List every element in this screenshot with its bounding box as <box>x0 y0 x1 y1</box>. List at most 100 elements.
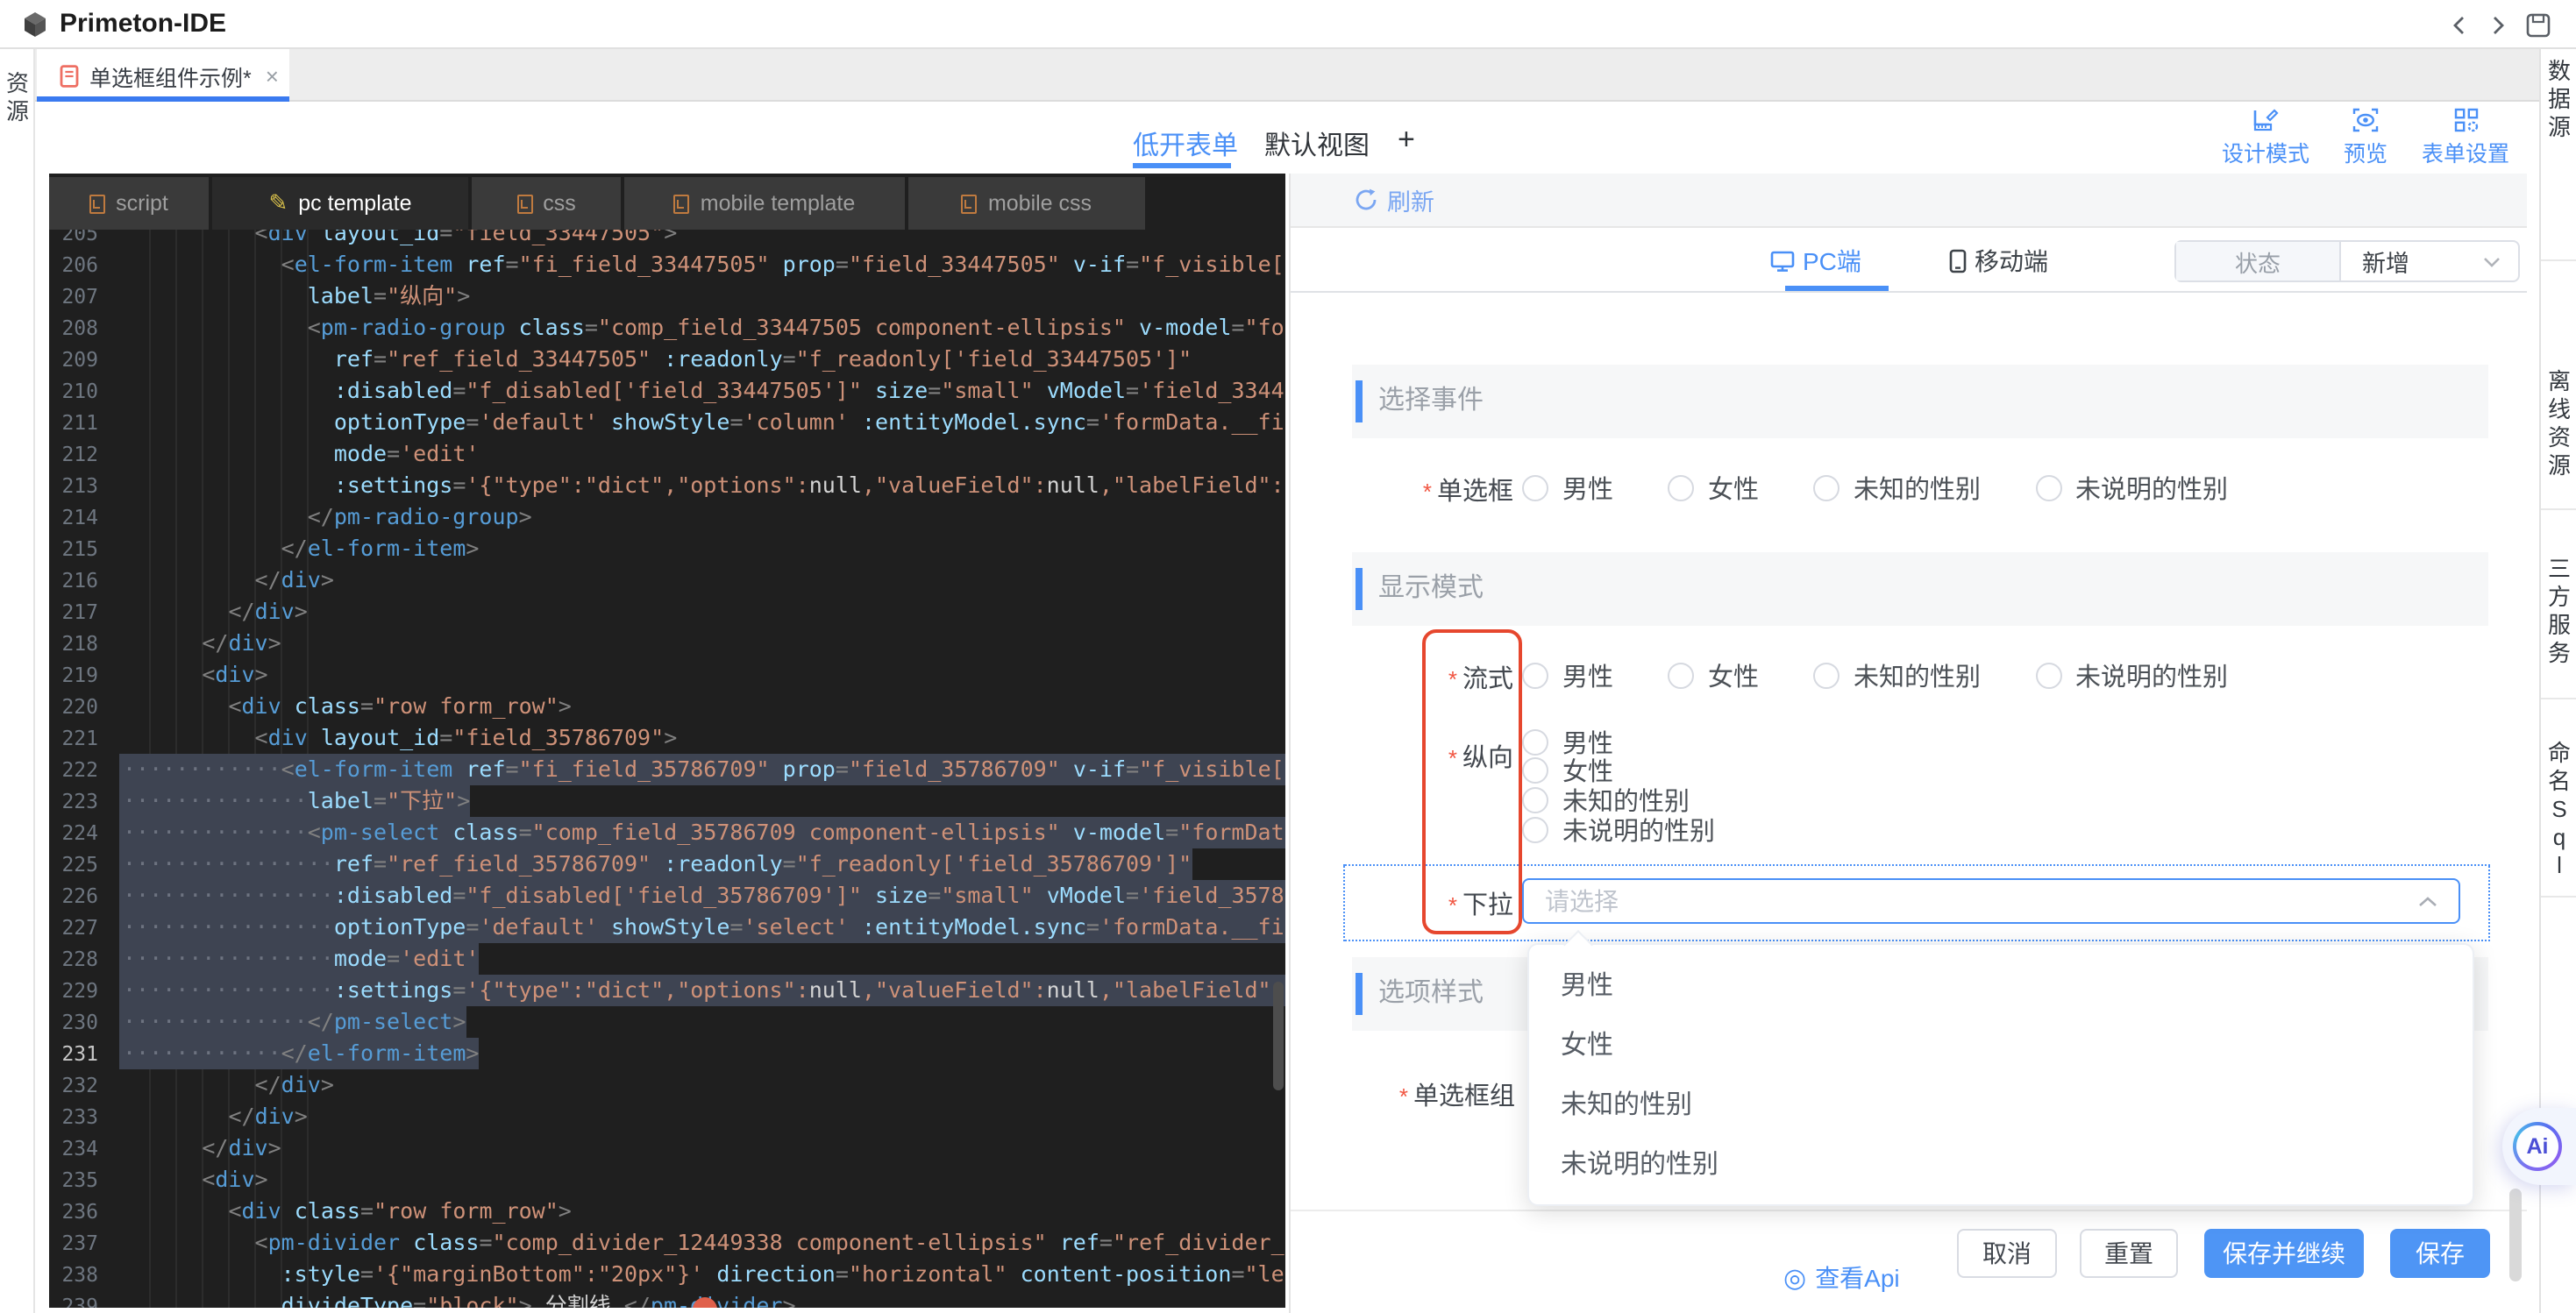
code-line[interactable]: 234 </div> <box>49 1132 1285 1164</box>
nav-forward-icon[interactable] <box>2487 14 2509 37</box>
code-line[interactable]: 238 :style='{"marginBottom":"20px"}' dir… <box>49 1259 1285 1290</box>
form-settings-button[interactable]: 表单设置 <box>2413 107 2518 168</box>
code-editor[interactable]: script✎pc templatecssmobile templatemobi… <box>49 174 1285 1308</box>
code-line[interactable]: 205 <div layout_id="field_33447505"> <box>49 230 1285 249</box>
nav-back-icon[interactable] <box>2448 14 2471 37</box>
radio-circle-icon[interactable] <box>1522 729 1548 756</box>
code-line[interactable]: 210 :disabled="f_disabled['field_3344750… <box>49 375 1285 407</box>
radio-option[interactable]: 未知的性别 <box>1813 657 1981 694</box>
refresh-icon[interactable] <box>1354 188 1378 212</box>
code-line[interactable]: 215 </el-form-item> <box>49 533 1285 564</box>
code-line[interactable]: 236 <div class="row form_row"> <box>49 1196 1285 1227</box>
close-icon[interactable]: × <box>266 62 279 89</box>
radio-circle-icon[interactable] <box>1813 663 1839 689</box>
code-line[interactable]: 221 <div layout_id="field_35786709"> <box>49 722 1285 754</box>
code-line[interactable]: 214 </pm-radio-group> <box>49 501 1285 533</box>
right-rail-item-1[interactable]: 数据源 <box>2541 58 2576 142</box>
save-icon[interactable] <box>2525 12 2551 39</box>
radio-option[interactable]: 未说明的性别 <box>1522 815 1715 844</box>
code-line[interactable]: 232 </div> <box>49 1069 1285 1101</box>
code-line[interactable]: 218 </div> <box>49 628 1285 659</box>
radio-circle-icon[interactable] <box>1668 475 1694 501</box>
right-rail-item-4[interactable]: 命名Sql <box>2541 740 2576 880</box>
code-line[interactable]: 225················ref="ref_field_357867… <box>49 848 1285 880</box>
editor-tab-css[interactable]: css <box>472 177 621 230</box>
code-line[interactable]: 239 divideType="block"> 分割线 </pm-divider… <box>49 1290 1285 1308</box>
code-line[interactable]: 227················optionType='default' … <box>49 912 1285 943</box>
radio-option[interactable]: 女性 <box>1668 470 1759 507</box>
code-line[interactable]: 237 <pm-divider class="comp_divider_1244… <box>49 1227 1285 1259</box>
tab-mobile[interactable]: 移动端 <box>1948 244 2048 279</box>
panel-scrollbar[interactable] <box>2509 1189 2522 1281</box>
editor-tab-mobile-template[interactable]: mobile template <box>624 177 905 230</box>
radio-circle-icon[interactable] <box>1522 816 1548 842</box>
dropdown-select-input[interactable]: 请选择 <box>1522 878 2460 924</box>
dropdown-option[interactable]: 女性 <box>1529 1017 2473 1076</box>
code-line[interactable]: 235 <div> <box>49 1164 1285 1196</box>
radio-group-plain[interactable]: 男性 女性 未知的性别 未说明的性别 <box>1522 470 2282 507</box>
save-button[interactable]: 保存 <box>2390 1229 2490 1278</box>
code-line[interactable]: 230··············</pm-select> <box>49 1006 1285 1038</box>
code-line[interactable]: 211 optionType='default' showStyle='colu… <box>49 407 1285 438</box>
cancel-button[interactable]: 取消 <box>1957 1229 2057 1278</box>
code-line[interactable]: 212 mode='edit' <box>49 438 1285 470</box>
code-line[interactable]: 220 <div class="row form_row"> <box>49 691 1285 722</box>
design-mode-button[interactable]: 设计模式 <box>2213 107 2318 168</box>
dropdown-option[interactable]: 未知的性别 <box>1529 1076 2473 1136</box>
tab-lowcode-form[interactable]: 低开表单 <box>1133 126 1238 163</box>
code-line[interactable]: 209 ref="ref_field_33447505" :readonly="… <box>49 344 1285 375</box>
code-line[interactable]: 222············<el-form-item ref="fi_fie… <box>49 754 1285 785</box>
radio-group-flow[interactable]: 男性 女性 未知的性别 未说明的性别 <box>1522 657 2282 694</box>
add-view-button[interactable]: + <box>1398 123 1415 158</box>
code-line[interactable]: 223··············label="下拉"> <box>49 785 1285 817</box>
editor-tab-mobile-css[interactable]: mobile css <box>908 177 1145 230</box>
radio-circle-icon[interactable] <box>1522 475 1548 501</box>
code-line[interactable]: 217 </div> <box>49 596 1285 628</box>
code-line[interactable]: 213 :settings='{"type":"dict","options":… <box>49 470 1285 501</box>
radio-circle-icon[interactable] <box>1522 758 1548 784</box>
editor-tab-pc-template[interactable]: ✎pc template <box>212 177 468 230</box>
code-line[interactable]: 228················mode='edit' <box>49 943 1285 975</box>
code-line[interactable]: 231············</el-form-item> <box>49 1038 1285 1069</box>
status-select[interactable]: 状态 新增 <box>2174 240 2520 282</box>
editor-scrollbar[interactable] <box>1273 982 1284 1090</box>
radio-group-vertical[interactable]: 男性女性未知的性别未说明的性别 <box>1522 727 1715 844</box>
radio-circle-icon[interactable] <box>1813 475 1839 501</box>
dropdown-option[interactable]: 男性 <box>1529 957 2473 1017</box>
sidebar-resources-rail[interactable]: 资源 <box>0 49 35 1313</box>
right-rail-item-2[interactable]: 离线资源 <box>2541 368 2576 480</box>
radio-option[interactable]: 未说明的性别 <box>2035 470 2228 507</box>
code-line[interactable]: 229················:settings='{"type":"d… <box>49 975 1285 1006</box>
code-line[interactable]: 207 label="纵向"> <box>49 280 1285 312</box>
code-line[interactable]: 224··············<pm-select class="comp_… <box>49 817 1285 848</box>
radio-circle-icon[interactable] <box>1668 663 1694 689</box>
code-line[interactable]: 208 <pm-radio-group class="comp_field_33… <box>49 312 1285 344</box>
radio-circle-icon[interactable] <box>2035 475 2061 501</box>
radio-option[interactable]: 男性 <box>1522 470 1613 507</box>
code-line[interactable]: 206 <el-form-item ref="fi_field_33447505… <box>49 249 1285 280</box>
code-line[interactable]: 233 </div> <box>49 1101 1285 1132</box>
code-line[interactable]: 216 </div> <box>49 564 1285 596</box>
radio-option[interactable]: 未知的性别 <box>1813 470 1981 507</box>
radio-circle-icon[interactable] <box>2035 663 2061 689</box>
document-tab[interactable]: 单选框组件示例* × <box>37 49 289 102</box>
view-api-link[interactable]: ◎ 查看Api <box>1783 1260 1900 1295</box>
reset-button[interactable]: 重置 <box>2080 1229 2178 1278</box>
code-area[interactable]: 205 <div layout_id="field_33447505">206 … <box>49 230 1285 1308</box>
radio-option[interactable]: 女性 <box>1668 657 1759 694</box>
editor-tab-script[interactable]: script <box>49 177 209 230</box>
tab-default-view[interactable]: 默认视图 <box>1264 126 1370 163</box>
radio-circle-icon[interactable] <box>1522 787 1548 813</box>
dropdown-option[interactable]: 未说明的性别 <box>1529 1136 2473 1196</box>
right-rail-item-3[interactable]: 三方服务 <box>2541 556 2576 668</box>
radio-option[interactable]: 未说明的性别 <box>2035 657 2228 694</box>
code-line[interactable]: 219 <div> <box>49 659 1285 691</box>
refresh-label[interactable]: 刷新 <box>1387 182 1434 217</box>
save-and-continue-button[interactable]: 保存并继续 <box>2204 1229 2364 1278</box>
radio-circle-icon[interactable] <box>1522 663 1548 689</box>
ai-assistant-button[interactable]: Ai <box>2502 1108 2576 1185</box>
tab-pc[interactable]: PC端 <box>1769 244 1861 279</box>
code-line[interactable]: 226················:disabled="f_disabled… <box>49 880 1285 912</box>
preview-button[interactable]: 预览 <box>2313 107 2418 168</box>
radio-option[interactable]: 男性 <box>1522 657 1613 694</box>
